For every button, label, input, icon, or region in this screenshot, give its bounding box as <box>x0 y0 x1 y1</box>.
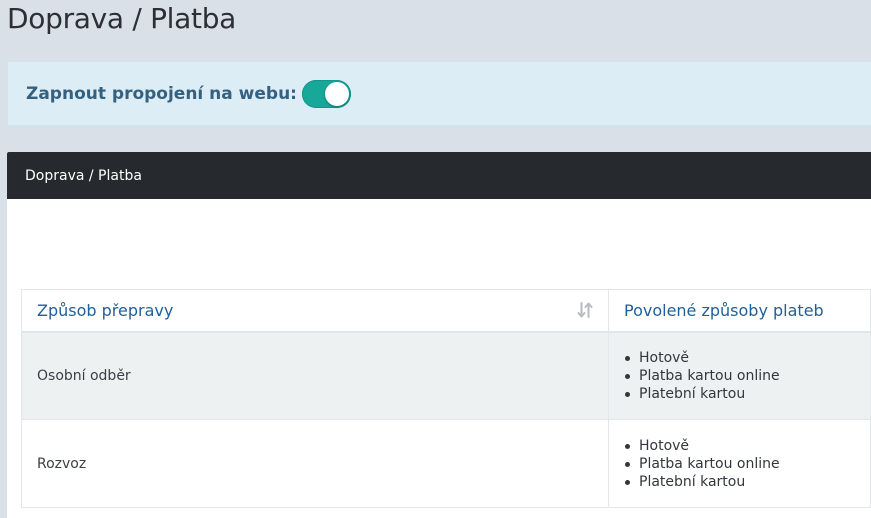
web-connection-toggle[interactable] <box>301 79 351 108</box>
web-connection-label: Zapnout propojení na webu: <box>26 83 297 104</box>
list-item: Platební kartou <box>624 385 855 403</box>
payment-methods-cell: Hotově Platba kartou online Platební kar… <box>608 331 871 420</box>
shipping-method-cell: Rozvoz <box>21 419 609 508</box>
page-title: Doprava / Platba <box>7 2 237 35</box>
sort-arrows-icon[interactable] <box>577 301 593 319</box>
column-header-label: Povolené způsoby plateb <box>624 300 824 320</box>
web-connection-panel: Zapnout propojení na webu: <box>7 61 871 126</box>
table-header-row: Způsob přepravy Povolené způsoby plateb <box>21 289 871 333</box>
column-header-payment-methods[interactable]: Povolené způsoby plateb <box>608 289 871 333</box>
shipping-method-cell: Osobní odběr <box>21 331 609 420</box>
list-item: Platební kartou <box>624 473 855 491</box>
card-header: Doprava / Platba <box>7 152 871 199</box>
list-item: Platba kartou online <box>624 367 855 385</box>
payment-methods-list: Hotově Platba kartou online Platební kar… <box>624 437 855 491</box>
list-item: Hotově <box>624 437 855 455</box>
list-item: Hotově <box>624 349 855 367</box>
column-header-label: Způsob přepravy <box>37 300 174 320</box>
shipping-payment-card: Doprava / Platba Způsob přepravy Povolen… <box>7 152 871 518</box>
table-row[interactable]: Rozvoz Hotově Platba kartou online Plate… <box>21 419 871 508</box>
list-item: Platba kartou online <box>624 455 855 473</box>
toggle-knob <box>324 81 349 106</box>
table-row[interactable]: Osobní odběr Hotově Platba kartou online… <box>21 331 871 420</box>
payment-methods-list: Hotově Platba kartou online Platební kar… <box>624 349 855 403</box>
column-header-shipping-method[interactable]: Způsob přepravy <box>21 289 609 333</box>
payment-methods-cell: Hotově Platba kartou online Platební kar… <box>608 419 871 508</box>
shipping-payment-table: Způsob přepravy Povolené způsoby plateb <box>21 289 871 508</box>
